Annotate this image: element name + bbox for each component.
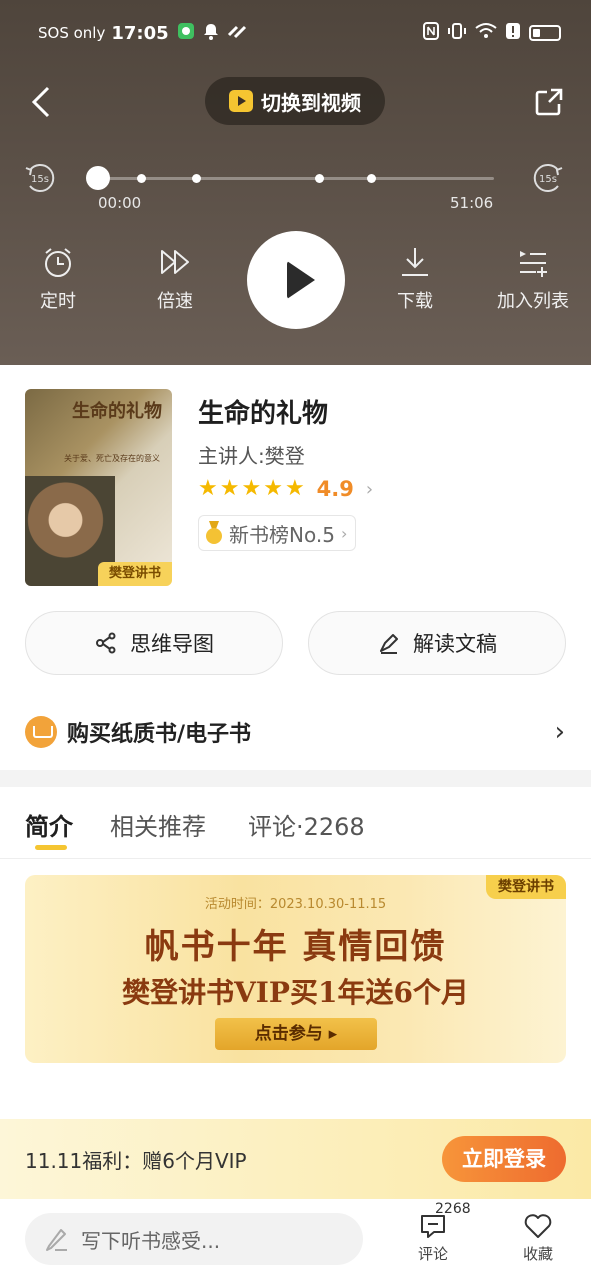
play-button[interactable] <box>247 231 345 329</box>
active-tab-indicator <box>35 845 67 850</box>
download-button[interactable]: 下载 <box>370 245 460 313</box>
vibrate-icon <box>447 22 467 44</box>
add-to-list-button[interactable]: 加入列表 <box>487 245 579 313</box>
switch-to-video-button[interactable]: 切换到视频 <box>205 77 385 125</box>
cover-subtitle: 关于爱、死亡及存在的意义 <box>64 454 160 463</box>
section-divider <box>0 770 591 787</box>
svg-text:15s: 15s <box>539 174 557 185</box>
banner-cta-button[interactable]: 点击参与 ▸ <box>215 1018 377 1050</box>
progress-track[interactable] <box>98 177 494 180</box>
mindmap-icon <box>96 632 116 654</box>
star-icon: ★ <box>241 476 262 501</box>
carrier-label: SOS only <box>38 24 106 42</box>
total-time: 51:06 <box>450 194 494 212</box>
alert-icon <box>505 22 521 44</box>
cart-icon <box>25 716 57 748</box>
comment-count: 2268 <box>435 1201 471 1217</box>
transcript-button[interactable]: 解读文稿 <box>308 611 566 675</box>
back-button[interactable] <box>28 84 56 120</box>
status-bar: SOS only 17:05 <box>38 18 561 48</box>
comments-button[interactable]: 2268 评论 <box>403 1201 471 1264</box>
rank-label: 新书榜No.5 <box>229 522 335 547</box>
rank-badge[interactable]: 新书榜No.5 › <box>198 515 357 551</box>
buy-book-row[interactable]: 购买纸质书/电子书 › <box>25 713 565 751</box>
medal-icon <box>205 521 223 545</box>
banner-headline: 帆书十年 真情回馈 <box>144 927 447 967</box>
video-icon <box>229 90 253 112</box>
progress-thumb[interactable] <box>86 166 110 190</box>
chevron-right-icon: › <box>554 717 565 747</box>
mindmap-button[interactable]: 思维导图 <box>25 611 283 675</box>
heart-icon <box>524 1214 552 1238</box>
chapter-marker[interactable] <box>367 174 376 183</box>
login-button[interactable]: 立即登录 <box>442 1136 566 1182</box>
nfc-icon <box>423 22 439 44</box>
playlist-add-icon <box>520 251 547 277</box>
add-list-label: 加入列表 <box>497 291 569 312</box>
tab-comments[interactable]: 评论·2268 <box>248 807 365 842</box>
rating-score: 4.9 <box>316 477 354 501</box>
wifi-icon <box>475 22 497 44</box>
favorite-button[interactable]: 收藏 <box>508 1211 568 1264</box>
fast-forward-icon <box>161 250 189 274</box>
star-icon: ★ <box>219 476 240 501</box>
buy-label: 购买纸质书/电子书 <box>67 722 252 747</box>
wechat-icon <box>177 22 195 44</box>
share-button[interactable] <box>533 86 565 118</box>
download-icon <box>402 248 428 276</box>
transcript-label: 解读文稿 <box>413 632 497 656</box>
star-icon: ★ <box>198 476 218 501</box>
chapter-marker[interactable] <box>192 174 201 183</box>
speed-label: 倍速 <box>157 291 193 312</box>
tab-intro[interactable]: 简介 <box>25 807 73 842</box>
chapter-marker[interactable] <box>315 174 324 183</box>
sync-icon <box>227 23 247 43</box>
book-title: 生命的礼物 <box>198 399 329 429</box>
clock: 17:05 <box>111 22 169 44</box>
player-header: SOS only 17:05 切换到视频 15s 15s 00:00 51:06… <box>0 0 591 365</box>
tab-recommend[interactable]: 相关推荐 <box>110 807 206 842</box>
download-label: 下载 <box>397 291 433 312</box>
speed-button[interactable]: 倍速 <box>130 245 220 313</box>
banner-date: 活动时间：2023.10.30-11.15 <box>204 897 387 912</box>
banner-subline: 樊登讲书VIP买1年送6个月 <box>122 976 469 1009</box>
alarm-clock-icon <box>45 248 71 277</box>
book-speaker: 主讲人:樊登 <box>198 444 305 468</box>
pen-icon <box>380 634 398 654</box>
battery-icon <box>529 25 561 41</box>
chevron-right-icon: › <box>365 478 374 500</box>
promo-banner[interactable]: 樊登讲书 活动时间：2023.10.30-11.15 帆书十年 真情回馈 樊登讲… <box>25 875 566 1063</box>
mindmap-label: 思维导图 <box>130 632 214 656</box>
comment-placeholder: 写下听书感受... <box>81 1228 221 1253</box>
chevron-right-icon: › <box>340 523 348 543</box>
pencil-icon <box>46 1229 67 1251</box>
chapter-marker[interactable] <box>137 174 146 183</box>
promo-strip: 11.11福利：赠6个月VIP 立即登录 <box>0 1119 591 1199</box>
comments-label: 评论 <box>417 1245 448 1263</box>
star-icon: ★ <box>284 476 305 501</box>
skip-back-15-button[interactable]: 15s <box>22 160 58 196</box>
favorite-label: 收藏 <box>522 1245 553 1263</box>
skip-forward-15-button[interactable]: 15s <box>530 160 566 196</box>
bell-icon <box>203 22 219 44</box>
comment-input[interactable]: 写下听书感受... <box>25 1213 363 1265</box>
cover-tag: 樊登讲书 <box>98 562 172 586</box>
book-cover[interactable]: 生命的礼物 关于爱、死亡及存在的意义 樊登讲书 <box>25 389 172 586</box>
tab-bar: 简介 相关推荐 评论·2268 <box>0 787 591 859</box>
cover-title: 生命的礼物 <box>72 401 162 422</box>
timer-button[interactable]: 定时 <box>13 245 103 313</box>
rating-row[interactable]: ★ ★ ★ ★ ★ 4.9 › <box>198 476 373 502</box>
elapsed-time: 00:00 <box>98 194 142 212</box>
promo-text: 11.11福利：赠6个月VIP <box>25 1149 247 1173</box>
switch-label: 切换到视频 <box>261 90 361 115</box>
bottom-bar: 写下听书感受... 2268 评论 收藏 <box>0 1199 591 1280</box>
svg-text:15s: 15s <box>31 174 49 185</box>
star-icon: ★ <box>263 476 283 501</box>
timer-label: 定时 <box>40 291 76 312</box>
